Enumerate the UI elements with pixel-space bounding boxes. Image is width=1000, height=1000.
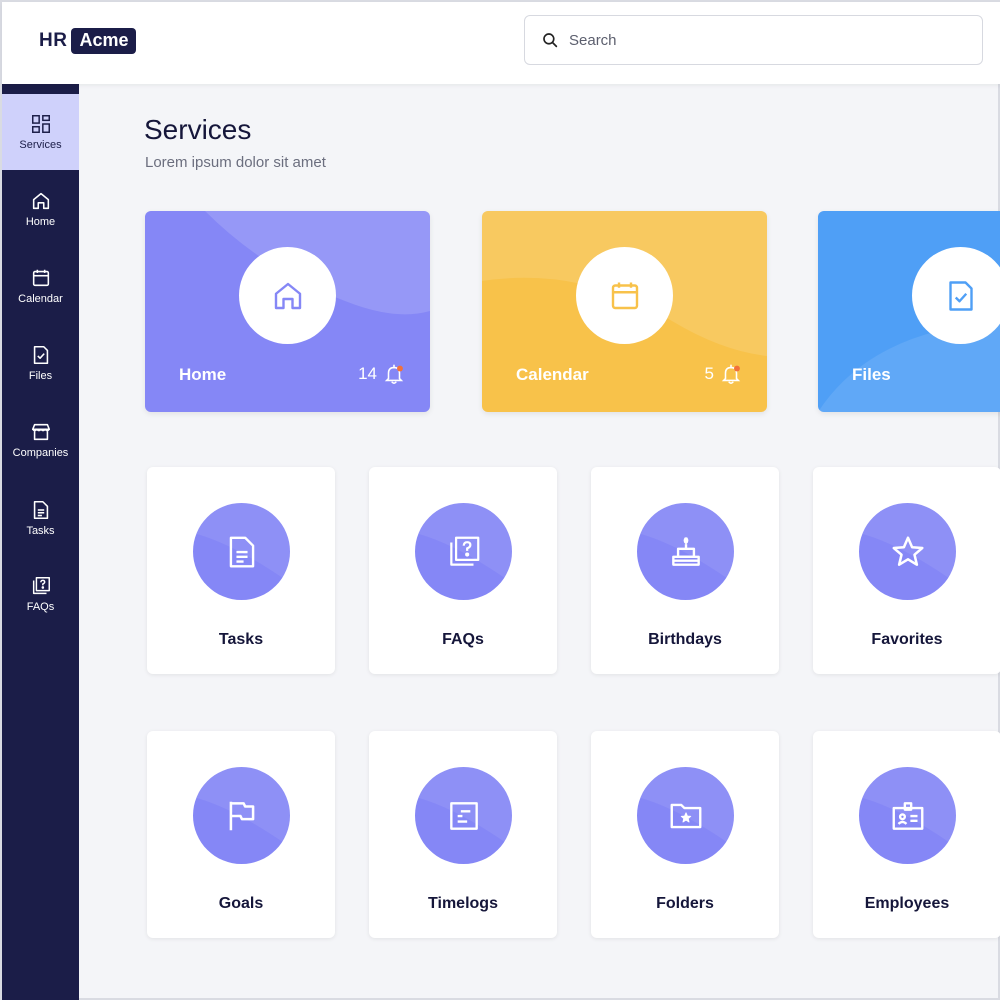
document-icon xyxy=(229,536,254,567)
feature-icon-circle xyxy=(912,247,1000,344)
page-subtitle: Lorem ipsum dolor sit amet xyxy=(145,154,326,171)
bell-icon xyxy=(384,364,404,384)
tile-favorites[interactable]: Favorites xyxy=(813,467,1000,674)
tile-goals[interactable]: Goals xyxy=(147,731,335,938)
feature-label: Calendar xyxy=(516,365,589,384)
tile-faqs[interactable]: FAQs xyxy=(369,467,557,674)
sidebar-item-label: Tasks xyxy=(26,525,55,537)
sidebar-item-calendar[interactable]: Calendar xyxy=(2,248,79,324)
tile-icon-circle xyxy=(859,503,956,600)
feature-icon-circle xyxy=(576,247,673,344)
tile-tasks[interactable]: Tasks xyxy=(147,467,335,674)
cake-icon xyxy=(671,536,700,566)
bell-icon xyxy=(721,364,741,384)
tile-label: Employees xyxy=(864,895,950,912)
calendar-icon xyxy=(611,282,638,309)
feature-card-files[interactable]: Files xyxy=(818,211,1000,412)
id-badge-icon xyxy=(892,801,923,830)
sidebar-item-files[interactable]: Files xyxy=(2,325,79,401)
tile-icon-circle xyxy=(193,503,290,600)
file-check-icon xyxy=(33,345,48,365)
sidebar-item-tasks[interactable]: Tasks xyxy=(2,480,79,556)
timelog-icon xyxy=(449,801,478,830)
sidebar-item-services[interactable]: Services xyxy=(2,94,79,170)
sidebar-item-faqs[interactable]: FAQs xyxy=(2,556,79,632)
calendar-icon xyxy=(32,269,49,287)
tile-timelogs[interactable]: Timelogs xyxy=(369,731,557,938)
star-icon xyxy=(891,535,924,566)
tile-label: Favorites xyxy=(871,631,943,648)
folder-star-icon xyxy=(670,803,701,828)
faq-icon xyxy=(32,577,50,595)
tile-label: Birthdays xyxy=(648,631,722,648)
sidebar-item-label: Companies xyxy=(12,447,69,459)
sidebar-item-label: Files xyxy=(28,370,53,382)
tile-folders[interactable]: Folders xyxy=(591,731,779,938)
sidebar-item-label: Home xyxy=(25,216,56,228)
feature-icon-circle xyxy=(239,247,336,344)
tile-icon-circle xyxy=(193,767,290,864)
tile-icon-circle xyxy=(859,767,956,864)
feature-label: Files xyxy=(852,365,891,384)
sidebar-item-home[interactable]: Home xyxy=(2,171,79,247)
feature-label: Home xyxy=(179,365,227,384)
document-icon xyxy=(33,500,48,520)
notification-count[interactable]: 5 xyxy=(705,363,742,385)
tile-icon-circle xyxy=(415,767,512,864)
logo-hr-text: HR xyxy=(39,30,68,51)
tile-employees[interactable]: Employees xyxy=(813,731,1000,938)
feature-card-home[interactable]: Home 14 xyxy=(145,211,430,412)
search-box[interactable] xyxy=(524,15,983,65)
tile-label: Tasks xyxy=(218,631,264,648)
store-icon xyxy=(31,423,50,441)
tile-label: Goals xyxy=(218,895,264,912)
search-icon xyxy=(543,33,558,48)
sidebar-item-label: Services xyxy=(19,139,62,151)
feature-card-calendar[interactable]: Calendar 5 xyxy=(482,211,767,412)
page-title: Services xyxy=(144,114,252,145)
tile-label: FAQs xyxy=(442,631,484,648)
home-icon xyxy=(32,192,49,210)
sidebar: Services Home Calendar Files Companies T… xyxy=(2,84,79,1000)
search-input[interactable] xyxy=(569,31,949,49)
faq-icon xyxy=(449,536,479,566)
top-header: HR Acme xyxy=(2,2,1000,84)
grid-icon xyxy=(31,115,50,133)
tile-label: Timelogs xyxy=(428,895,498,912)
logo-acme-badge: Acme xyxy=(71,28,137,54)
file-check-icon xyxy=(948,280,973,311)
sidebar-item-label: FAQs xyxy=(26,601,55,613)
tile-icon-circle xyxy=(415,503,512,600)
tile-icon-circle xyxy=(637,503,734,600)
notification-count-value: 5 xyxy=(704,364,714,383)
notification-count[interactable]: 14 xyxy=(358,363,405,385)
sidebar-item-companies[interactable]: Companies xyxy=(2,402,79,478)
tile-birthdays[interactable]: Birthdays xyxy=(591,467,779,674)
notification-count-value: 14 xyxy=(358,364,377,383)
flag-icon xyxy=(229,801,254,830)
tile-icon-circle xyxy=(637,767,734,864)
logo[interactable]: HR Acme xyxy=(39,27,137,55)
tile-label: Folders xyxy=(656,895,714,912)
home-icon xyxy=(274,282,301,309)
sidebar-item-label: Calendar xyxy=(18,293,63,305)
